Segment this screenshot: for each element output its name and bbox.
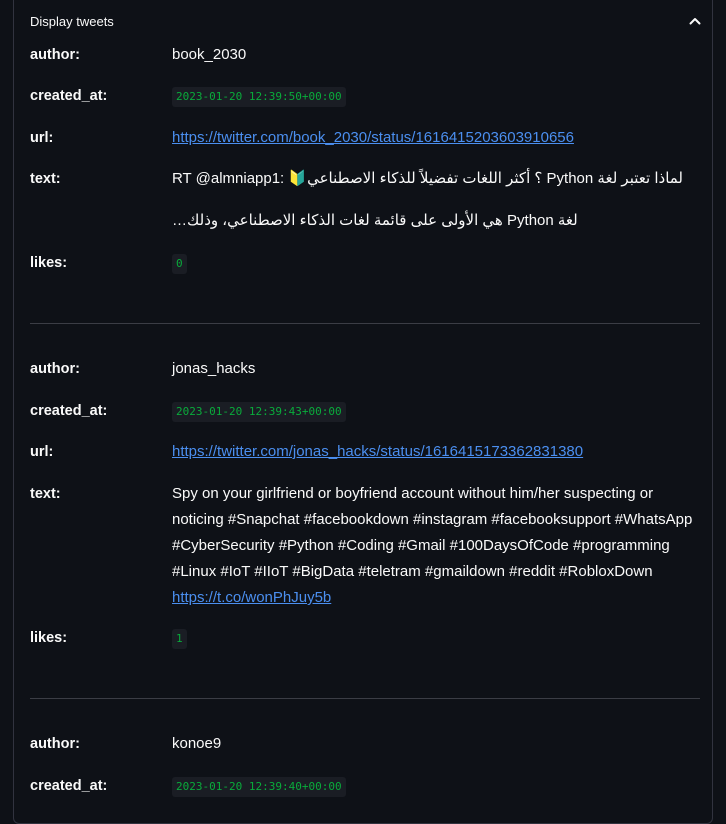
tweet-url-link[interactable]: https://twitter.com/jonas_hacks/status/1… bbox=[172, 443, 583, 460]
tweet-text-arabic-line2: لغة Python هي الأولى على قائمة لغات الذك… bbox=[172, 212, 578, 229]
likes-value: 1 bbox=[172, 629, 187, 649]
divider bbox=[30, 698, 700, 699]
tweet-text-prefix: RT @almniapp1: bbox=[172, 170, 289, 187]
expander-header[interactable]: Display tweets bbox=[30, 4, 702, 34]
tweet-url-link[interactable]: https://twitter.com/book_2030/status/161… bbox=[172, 129, 574, 146]
created-at-label: created_at: bbox=[30, 403, 108, 419]
created-at-label: created_at: bbox=[30, 88, 108, 104]
text-label: text: bbox=[30, 486, 61, 502]
created-at-value: 2023-01-20 12:39:50+00:00 bbox=[172, 87, 346, 107]
divider bbox=[30, 323, 700, 324]
likes-label: likes: bbox=[30, 630, 68, 646]
tweet-text-line: Spy on your girlfriend or boyfriend acco… bbox=[172, 485, 654, 502]
tweet-short-link[interactable]: https://t.co/wonPhJuy5b bbox=[172, 589, 331, 606]
author-label: author: bbox=[30, 736, 80, 752]
author-value: book_2030 bbox=[172, 46, 247, 63]
likes-label: likes: bbox=[30, 255, 68, 271]
author-label: author: bbox=[30, 47, 80, 63]
tweet-text-line: noticing #Snapchat #facebookdown #instag… bbox=[172, 511, 693, 528]
created-at-label: created_at: bbox=[30, 778, 108, 794]
beginner-badge-icon: 🔰 bbox=[288, 170, 308, 187]
chevron-up-icon[interactable] bbox=[687, 13, 703, 29]
url-label: url: bbox=[30, 444, 54, 460]
expander-title: Display tweets bbox=[30, 14, 114, 29]
tweet-text: RT @almniapp1: 🔰 لماذا تعتبر لغة Python … bbox=[172, 166, 700, 234]
author-value: konoe9 bbox=[172, 735, 222, 752]
created-at-value: 2023-01-20 12:39:43+00:00 bbox=[172, 402, 346, 422]
created-at-value: 2023-01-20 12:39:40+00:00 bbox=[172, 777, 346, 797]
tweet-text: Spy on your girlfriend or boyfriend acco… bbox=[172, 481, 700, 611]
text-label: text: bbox=[30, 171, 61, 187]
tweet-text-line: #Linux #IoT #IIoT #BigData #teletram #gm… bbox=[172, 563, 653, 580]
tweet-text-arabic: لماذا تعتبر لغة Python ؟ أكثر اللغات تفض… bbox=[307, 170, 688, 187]
tweet-text-line: #CyberSecurity #Python #Coding #Gmail #1… bbox=[172, 537, 670, 554]
url-label: url: bbox=[30, 130, 54, 146]
author-value: jonas_hacks bbox=[172, 360, 256, 377]
author-label: author: bbox=[30, 361, 80, 377]
likes-value: 0 bbox=[172, 254, 187, 274]
